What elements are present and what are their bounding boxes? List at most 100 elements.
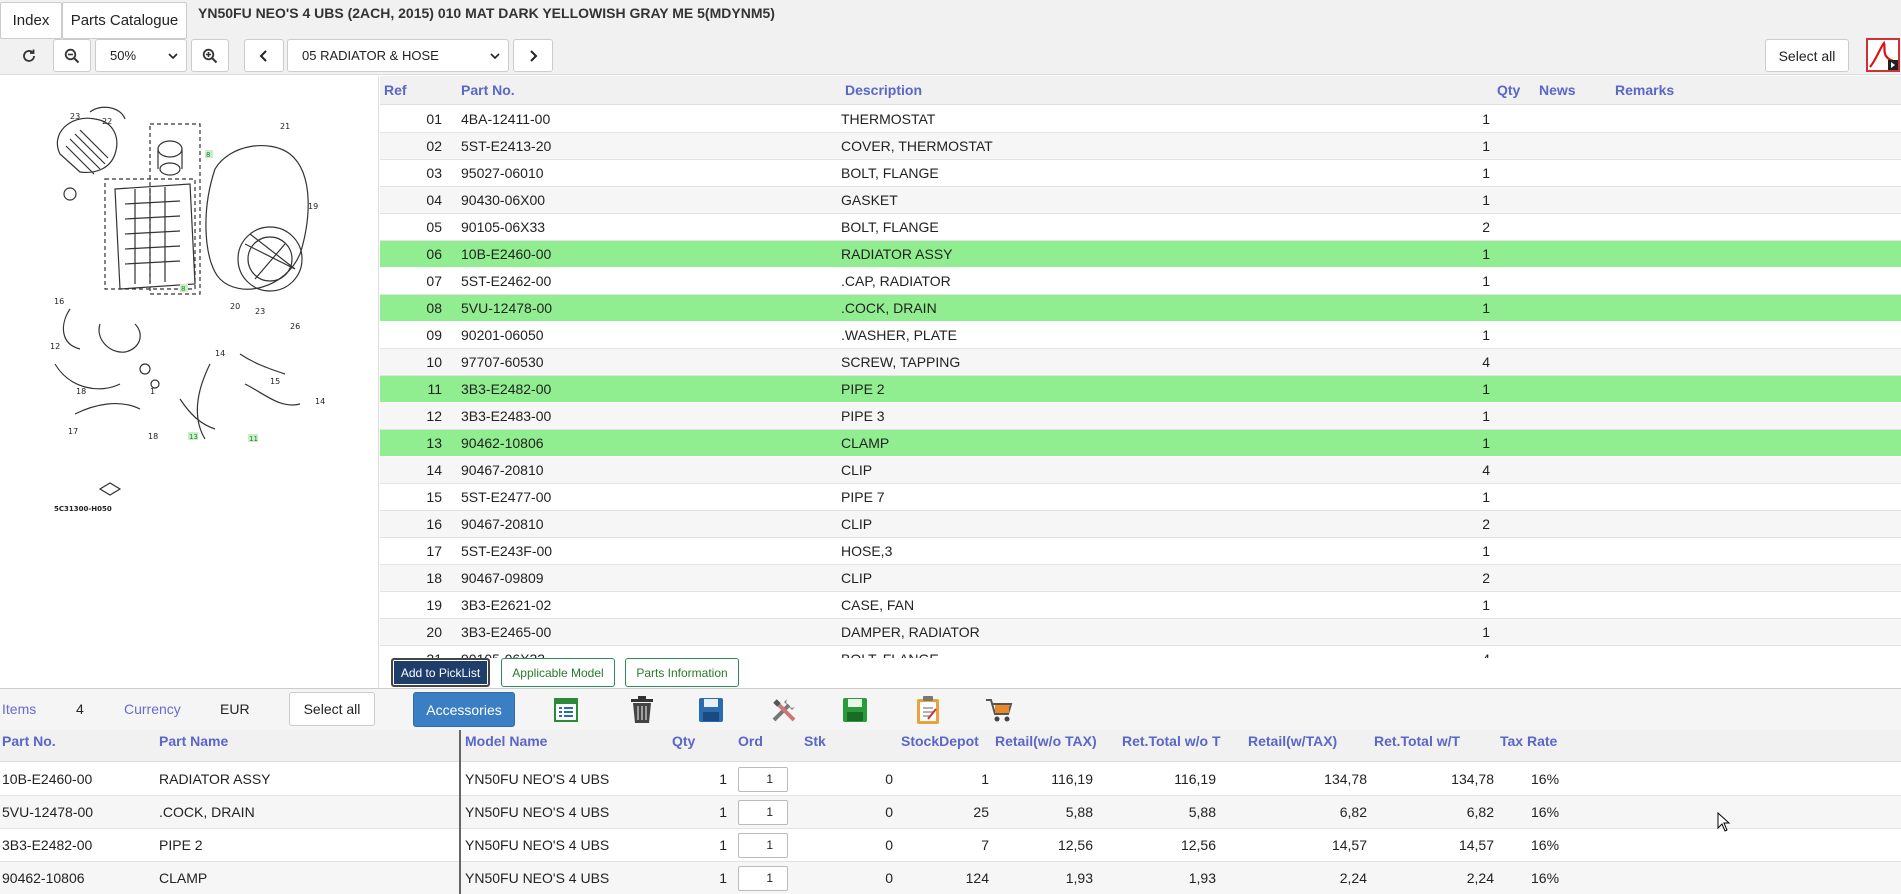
retail-w-tax-cell: 14,57 (1331, 837, 1367, 853)
parts-table-row[interactable]: 18 90467-09809 CLIP 2 (380, 565, 1901, 592)
pdf-icon[interactable] (1866, 38, 1900, 72)
parts-table-row[interactable]: 04 90430-06X00 GASKET 1 (380, 187, 1901, 214)
retail-w-tax-cell: 2,24 (1339, 870, 1367, 886)
qty-cell: 1 (1482, 111, 1490, 127)
col-news[interactable]: News (1539, 82, 1576, 98)
parts-table-row[interactable]: 16 90467-20810 CLIP 2 (380, 511, 1901, 538)
ret-total-w-t-cell: 2,24 (1466, 870, 1494, 886)
parts-table-row[interactable]: 10 97707-60530 SCREW, TAPPING 4 (380, 349, 1901, 376)
col-qty[interactable]: Qty (672, 733, 695, 749)
col-part-no[interactable]: Part No. (461, 82, 515, 98)
parts-table-row[interactable]: 14 90467-20810 CLIP 4 (380, 457, 1901, 484)
picklist-select-all-button[interactable]: Select all (289, 692, 375, 726)
parts-table-row[interactable]: 11 3B3-E2482-00 PIPE 2 1 (380, 376, 1901, 403)
picklist-row[interactable]: 3B3-E2482-00 PIPE 2 YN50FU NEO'S 4 UBS 1 0 7 1… (0, 829, 1901, 862)
stk-cell: 0 (885, 837, 893, 853)
col-ret-total-wo-t[interactable]: Ret.Total w/o T (1122, 733, 1221, 749)
parts-table: Ref Part No. Description Qty News Remark… (380, 76, 1901, 658)
column-resize-handle[interactable] (459, 730, 461, 894)
zoom-in-button[interactable] (191, 39, 229, 72)
part-no-cell: 5VU-12478-00 (461, 300, 553, 316)
section-select[interactable]: 05 RADIATOR & HOSE (287, 39, 509, 72)
parts-table-row[interactable]: 13 90462-10806 CLAMP 1 (380, 430, 1901, 457)
parts-table-row[interactable]: 21 90105-06X33 BOLT, FLANGE 4 (380, 646, 1901, 658)
col-description[interactable]: Description (845, 82, 922, 98)
ret-total-wo-t-cell: 1,93 (1188, 870, 1216, 886)
parts-table-row[interactable]: 01 4BA-12411-00 THERMOSTAT 1 (380, 106, 1901, 133)
svg-text:12: 12 (50, 342, 60, 351)
picklist-row[interactable]: 10B-E2460-00 RADIATOR ASSY YN50FU NEO'S 4 … (0, 763, 1901, 796)
order-qty-input[interactable]: 1 (738, 800, 788, 825)
col-retail-wo-tax[interactable]: Retail(w/o TAX) (995, 733, 1097, 749)
parts-table-row[interactable]: 05 90105-06X33 BOLT, FLANGE 2 (380, 214, 1901, 241)
description-cell: CLIP (841, 516, 873, 532)
parts-table-row[interactable]: 07 5ST-E2462-00 .CAP, RADIATOR 1 (380, 268, 1901, 295)
parts-table-row[interactable]: 02 5ST-E2413-20 COVER, THERMOSTAT 1 (380, 133, 1901, 160)
accessories-button[interactable]: Accessories (413, 692, 515, 727)
trash-icon[interactable] (625, 693, 659, 727)
col-model-name[interactable]: Model Name (465, 733, 547, 749)
tools-icon[interactable] (767, 693, 801, 727)
col-tax-rate[interactable]: Tax Rate (1500, 733, 1557, 749)
tab-index[interactable]: Index (0, 2, 62, 39)
list-icon[interactable] (549, 693, 583, 727)
parts-table-row[interactable]: 06 10B-E2460-00 RADIATOR ASSY 1 (380, 241, 1901, 268)
order-qty-input[interactable]: 1 (738, 833, 788, 858)
parts-table-row[interactable]: 19 3B3-E2621-02 CASE, FAN 1 (380, 592, 1901, 619)
col-qty[interactable]: Qty (1497, 82, 1520, 98)
order-qty-input[interactable]: 1 (738, 767, 788, 792)
zoom-select[interactable]: 50% (95, 39, 187, 72)
zoom-out-button[interactable] (53, 39, 91, 72)
previous-section-button[interactable] (244, 39, 284, 72)
qty-cell: 1 (1482, 543, 1490, 559)
picklist-row[interactable]: 5VU-12478-00 .COCK, DRAIN YN50FU NEO'S 4 U… (0, 796, 1901, 829)
qty-cell: 1 (719, 771, 727, 787)
svg-text:15: 15 (270, 377, 280, 386)
parts-table-row[interactable]: 08 5VU-12478-00 .COCK, DRAIN 1 (380, 295, 1901, 322)
retail-wo-tax-cell: 116,19 (1051, 771, 1093, 787)
tab-parts-catalogue[interactable]: Parts Catalogue (62, 2, 187, 39)
applicable-model-button[interactable]: Applicable Model (501, 658, 615, 687)
select-all-button[interactable]: Select all (1765, 39, 1849, 72)
parts-table-header: Ref Part No. Description Qty News Remark… (380, 76, 1901, 105)
parts-table-row[interactable]: 12 3B3-E2483-00 PIPE 3 1 (380, 403, 1901, 430)
description-cell: BOLT, FLANGE (841, 651, 939, 658)
save-green-icon[interactable] (838, 693, 872, 727)
col-ret-total-w-t[interactable]: Ret.Total w/T (1374, 733, 1460, 749)
ref-cell: 02 (426, 138, 442, 154)
ref-cell: 10 (426, 354, 442, 370)
add-to-picklist-button[interactable]: Add to PickList (391, 658, 490, 687)
parts-table-row[interactable]: 20 3B3-E2465-00 DAMPER, RADIATOR 1 (380, 619, 1901, 646)
qty-cell: 4 (1470, 651, 1490, 658)
clipboard-icon[interactable] (911, 693, 945, 727)
cart-icon[interactable] (982, 693, 1016, 727)
next-section-button[interactable] (513, 39, 553, 72)
parts-table-row[interactable]: 09 90201-06050 .WASHER, PLATE 1 (380, 322, 1901, 349)
parts-table-row[interactable]: 17 5ST-E243F-00 HOSE,3 1 (380, 538, 1901, 565)
model-name-cell: YN50FU NEO'S 4 UBS (465, 771, 610, 787)
parts-information-button[interactable]: Parts Information (625, 658, 739, 687)
col-stk[interactable]: Stk (804, 733, 826, 749)
ref-cell: 06 (426, 246, 442, 262)
part-no-cell: 3B3-E2482-00 (2, 837, 93, 853)
parts-table-row[interactable]: 03 95027-06010 BOLT, FLANGE 1 (380, 160, 1901, 187)
part-no-cell: 3B3-E2621-02 (461, 597, 552, 613)
col-remarks[interactable]: Remarks (1615, 82, 1674, 98)
part-no-cell: 5ST-E2413-20 (461, 138, 552, 154)
refresh-button[interactable] (9, 39, 49, 72)
col-ord[interactable]: Ord (738, 733, 763, 749)
model-name-cell: YN50FU NEO'S 4 UBS (465, 804, 610, 820)
save-icon[interactable] (694, 693, 728, 727)
parts-table-row[interactable]: 15 5ST-E2477-00 PIPE 7 1 (380, 484, 1901, 511)
qty-cell: 1 (719, 837, 727, 853)
col-part-no[interactable]: Part No. (2, 733, 56, 749)
col-part-name[interactable]: Part Name (159, 733, 228, 749)
col-ref[interactable]: Ref (384, 82, 407, 98)
col-retail-w-tax[interactable]: Retail(w/TAX) (1248, 733, 1337, 749)
picklist-row[interactable]: 90462-10806 CLAMP YN50FU NEO'S 4 UBS 1 0 124 1… (0, 862, 1901, 894)
ref-cell: 18 (426, 570, 442, 586)
picklist-table: Part No. Part Name Model Name Qty Ord St… (0, 730, 1901, 894)
parts-diagram[interactable]: 22 23 21 19 23 26 16 12 18 17 18 14 15 14 20 1 8… (0, 76, 379, 688)
col-stock-depot[interactable]: StockDepot (901, 733, 979, 749)
order-qty-input[interactable]: 1 (738, 866, 788, 891)
